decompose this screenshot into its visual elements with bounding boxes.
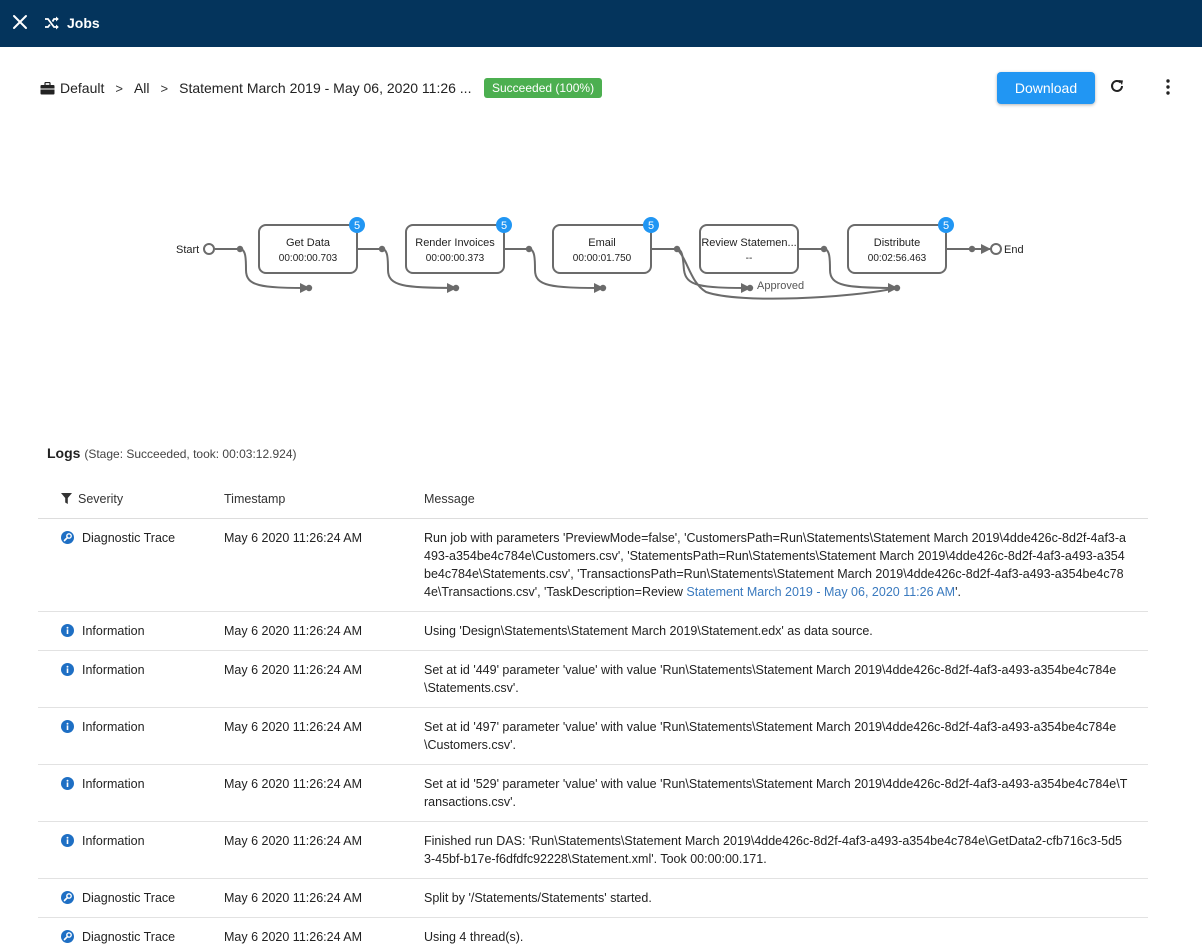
stage-count-badge: 5 <box>648 220 654 232</box>
table-header-row: Severity Timestamp Message <box>38 480 1148 519</box>
svg-text:00:02:56.463: 00:02:56.463 <box>868 253 927 264</box>
table-row[interactable]: Information May 6 2020 11:26:24 AM Finishe… <box>38 821 1148 879</box>
stage-review-statement[interactable]: Review Statemen... -- <box>699 224 799 274</box>
stage-count-badge: 5 <box>501 220 507 232</box>
column-header-severity[interactable]: Severity <box>38 480 224 519</box>
severity-label: Information <box>82 662 145 677</box>
logs-subtitle: (Stage: Succeeded, took: 00:03:12.924) <box>84 447 297 461</box>
message-cell: Finished run DAS: 'Run\Statements\Statem… <box>424 821 1148 879</box>
breadcrumb-all[interactable]: All <box>134 80 150 96</box>
severity-cell: Information <box>38 821 224 879</box>
message-cell: Using 4 thread(s). <box>424 917 1148 950</box>
message-cell: Using 'Design\Statements\Statement March… <box>424 611 1148 651</box>
svg-text:00:00:00.703: 00:00:00.703 <box>279 253 338 264</box>
severity-label: Information <box>82 833 145 848</box>
workflow-diagram: Start End Get Data 00:00:00.703 5 Render… <box>176 217 1024 300</box>
start-label: Start <box>176 244 199 256</box>
diagnostic-trace-icon <box>61 530 74 544</box>
stage-count-badge: 5 <box>354 220 360 232</box>
severity-label: Information <box>82 623 145 638</box>
info-icon <box>61 776 74 790</box>
info-icon <box>61 833 74 847</box>
diagnostic-trace-icon <box>61 929 74 943</box>
table-row[interactable]: Information May 6 2020 11:26:24 AM Set at … <box>38 764 1148 822</box>
stage-get-data[interactable]: Get Data 00:00:00.703 5 <box>258 217 365 274</box>
more-vert-icon[interactable] <box>1160 78 1176 96</box>
filter-icon[interactable] <box>61 492 72 504</box>
severity-label: Diagnostic Trace <box>82 929 176 944</box>
breadcrumb-separator: > <box>115 80 123 96</box>
end-node <box>990 243 1002 255</box>
end-label: End <box>1004 244 1024 256</box>
timestamp-cell: May 6 2020 11:26:24 AM <box>224 518 424 612</box>
top-bar: Jobs <box>0 0 1202 47</box>
svg-text:Render Invoices: Render Invoices <box>415 237 495 249</box>
breadcrumb-separator: > <box>160 80 169 96</box>
stage-email[interactable]: Email 00:00:01.750 5 <box>552 217 659 274</box>
close-icon[interactable] <box>11 13 29 31</box>
table-row[interactable]: Diagnostic Trace May 6 2020 11:26:24 AM Ru… <box>38 518 1148 612</box>
info-icon <box>61 719 74 733</box>
breadcrumb: Default > All > Statement March 2019 - M… <box>40 78 471 98</box>
severity-cell: Diagnostic Trace <box>38 878 224 918</box>
edge-label-approved: Approved <box>757 280 804 292</box>
app-title: Jobs <box>67 15 100 31</box>
table-row[interactable]: Information May 6 2020 11:26:24 AM Set at … <box>38 707 1148 765</box>
severity-cell: Information <box>38 650 224 708</box>
start-node <box>203 243 215 255</box>
logs-title: Logs <box>47 445 81 461</box>
timestamp-cell: May 6 2020 11:26:24 AM <box>224 707 424 765</box>
column-header-message[interactable]: Message <box>424 480 1148 519</box>
stage-render-invoices[interactable]: Render Invoices 00:00:00.373 5 <box>405 217 512 274</box>
svg-text:--: -- <box>746 253 753 264</box>
severity-cell: Diagnostic Trace <box>38 917 224 950</box>
diagnostic-trace-icon <box>61 890 74 904</box>
download-button[interactable]: Download <box>997 72 1095 104</box>
logs-table: Severity Timestamp Message Diagnostic Tr… <box>38 480 1148 950</box>
briefcase-icon <box>40 81 55 94</box>
timestamp-cell: May 6 2020 11:26:24 AM <box>224 821 424 879</box>
message-cell: Set at id '449' parameter 'value' with v… <box>424 650 1148 708</box>
svg-text:00:00:01.750: 00:00:01.750 <box>573 253 632 264</box>
message-cell: Set at id '497' parameter 'value' with v… <box>424 707 1148 765</box>
timestamp-cell: May 6 2020 11:26:24 AM <box>224 650 424 708</box>
breadcrumb-current: Statement March 2019 - May 06, 2020 11:2… <box>179 80 472 96</box>
refresh-icon[interactable] <box>1109 78 1125 94</box>
svg-text:00:00:00.373: 00:00:00.373 <box>426 253 485 264</box>
stage-distribute[interactable]: Distribute 00:02:56.463 5 <box>847 217 954 274</box>
breadcrumb-default[interactable]: Default <box>60 80 104 96</box>
table-row[interactable]: Information May 6 2020 11:26:24 AM Using '… <box>38 611 1148 651</box>
timestamp-cell: May 6 2020 11:26:24 AM <box>224 611 424 651</box>
timestamp-cell: May 6 2020 11:26:24 AM <box>224 878 424 918</box>
severity-cell: Information <box>38 707 224 765</box>
svg-text:Get Data: Get Data <box>286 237 331 249</box>
timestamp-cell: May 6 2020 11:26:24 AM <box>224 917 424 950</box>
message-cell: Run job with parameters 'PreviewMode=fal… <box>424 518 1148 612</box>
severity-cell: Information <box>38 611 224 651</box>
table-row[interactable]: Diagnostic Trace May 6 2020 11:26:24 AM Us… <box>38 917 1148 950</box>
task-link[interactable]: Statement March 2019 - May 06, 2020 11:2… <box>686 585 955 599</box>
severity-label: Information <box>82 776 145 791</box>
info-icon <box>61 662 74 676</box>
severity-label: Information <box>82 719 145 734</box>
message-cell: Set at id '529' parameter 'value' with v… <box>424 764 1148 822</box>
column-header-timestamp[interactable]: Timestamp <box>224 480 424 519</box>
severity-label: Diagnostic Trace <box>82 530 176 545</box>
info-icon <box>61 623 74 637</box>
table-row[interactable]: Information May 6 2020 11:26:24 AM Set at … <box>38 650 1148 708</box>
svg-text:Email: Email <box>588 237 616 249</box>
svg-text:Review Statemen...: Review Statemen... <box>701 237 796 249</box>
severity-label: Diagnostic Trace <box>82 890 176 905</box>
message-cell: Split by '/Statements/Statements' starte… <box>424 878 1148 918</box>
status-badge: Succeeded (100%) <box>484 78 603 98</box>
timestamp-cell: May 6 2020 11:26:24 AM <box>224 764 424 822</box>
table-row[interactable]: Diagnostic Trace May 6 2020 11:26:24 AM Sp… <box>38 878 1148 918</box>
severity-cell: Diagnostic Trace <box>38 518 224 612</box>
svg-text:Distribute: Distribute <box>874 237 920 249</box>
severity-cell: Information <box>38 764 224 822</box>
shuffle-icon <box>45 16 59 30</box>
stage-count-badge: 5 <box>943 220 949 232</box>
logs-heading: Logs (Stage: Succeeded, took: 00:03:12.9… <box>47 445 297 461</box>
